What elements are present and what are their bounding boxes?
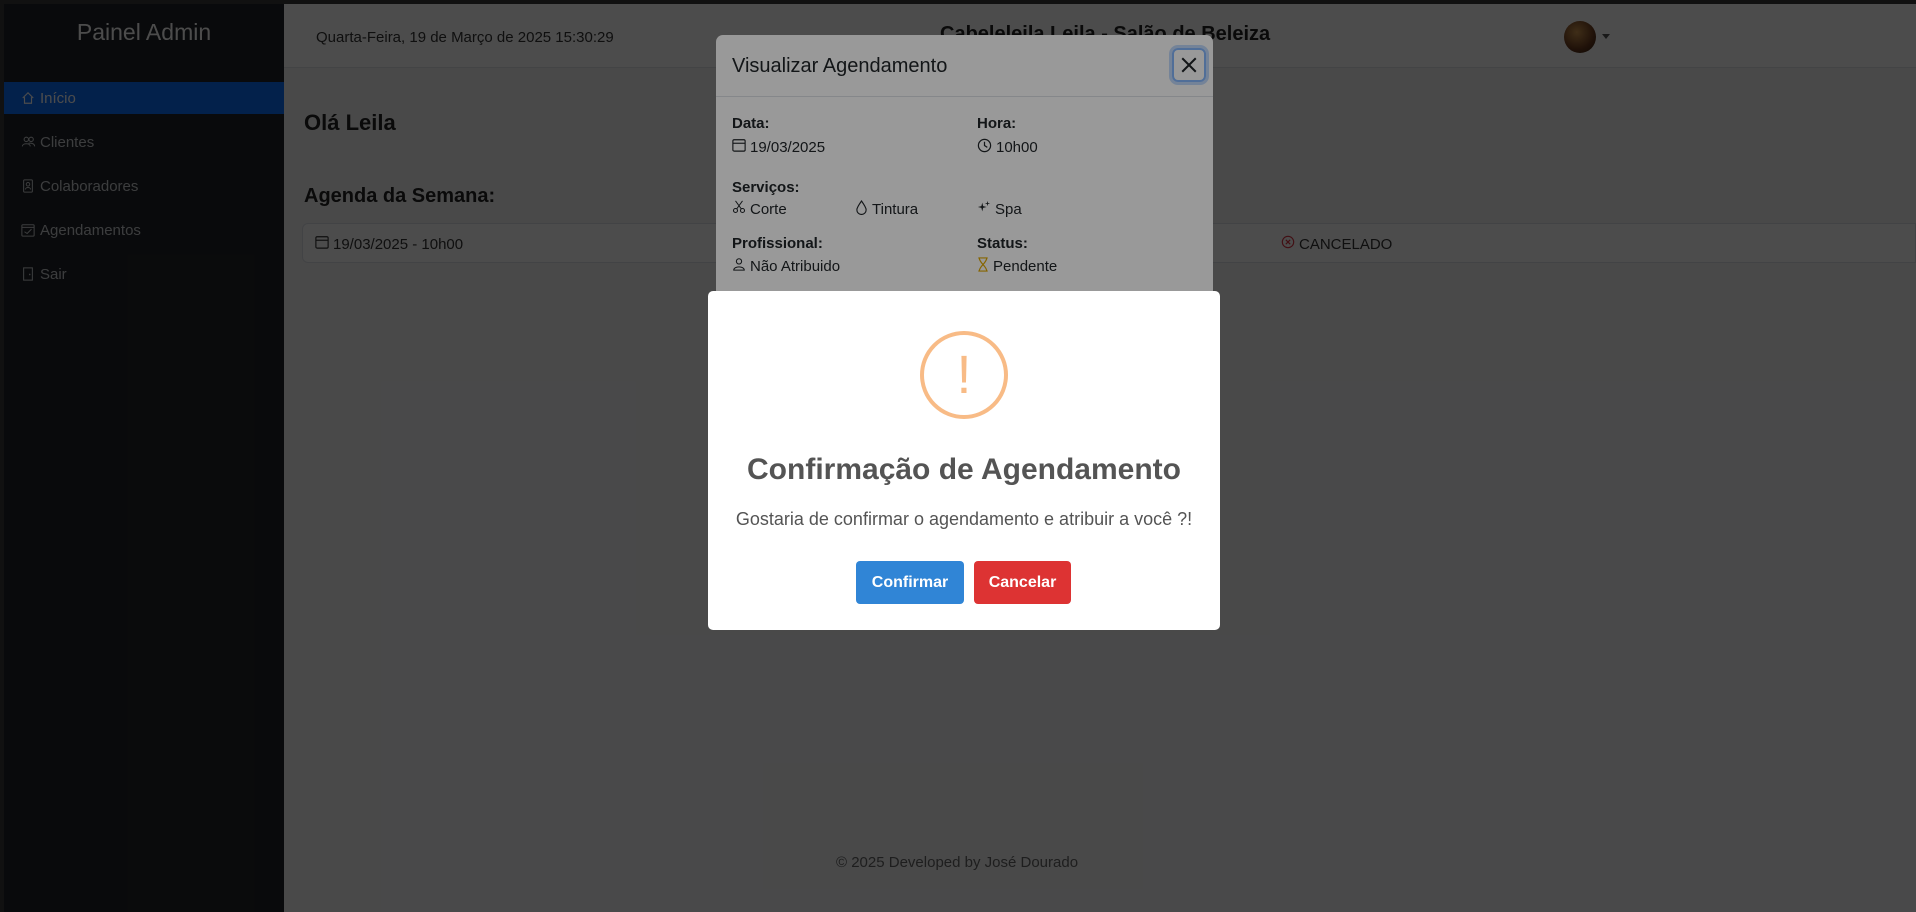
dialog-message: Gostaria de confirmar o agendamento e at… — [735, 509, 1193, 529]
warning-icon-glyph: ! — [956, 345, 972, 405]
warning-icon: ! — [920, 331, 1008, 419]
confirm-button[interactable]: Confirmar — [856, 561, 964, 604]
confirm-dialog: ! Confirmação de Agendamento Gostaria de… — [708, 291, 1220, 630]
cancel-button[interactable]: Cancelar — [974, 561, 1071, 604]
app-root: Painel Admin Início Clientes Colaborador… — [0, 0, 1916, 912]
dialog-title: Confirmação de Agendamento — [747, 453, 1181, 486]
